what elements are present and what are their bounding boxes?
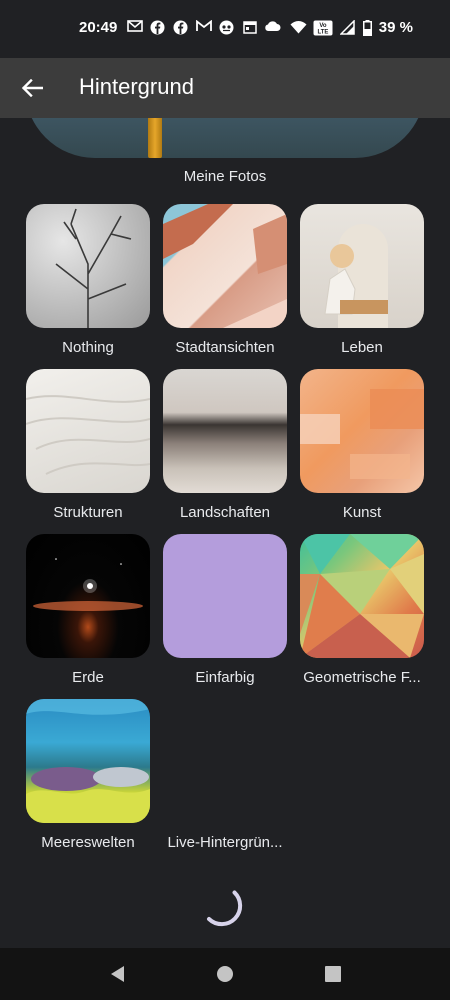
category-strukturen[interactable] — [26, 369, 150, 493]
nav-back-button[interactable] — [106, 962, 130, 986]
category-label: Einfarbig — [195, 669, 255, 686]
page-title: Hintergrund — [79, 74, 194, 99]
volte-icon: Vo LTE — [313, 20, 333, 36]
category-meereswelten[interactable] — [26, 699, 150, 823]
category-label: Meereswelten — [41, 834, 135, 851]
nav-recents-button[interactable] — [321, 962, 345, 986]
architecture-image — [163, 204, 287, 328]
loading-spinner-icon — [207, 890, 243, 927]
signal-icon — [339, 19, 356, 36]
cloud-icon — [264, 20, 281, 36]
abstract-paint-image — [300, 389, 424, 479]
still-life-image — [324, 224, 388, 328]
wallpaper-categories: Meine Fotos Nothing Stadtansichten Leben… — [0, 118, 450, 948]
category-geometrische-formen[interactable] — [300, 534, 424, 658]
polygon-pattern-image — [300, 534, 424, 658]
category-label: Geometrische F... — [303, 669, 421, 686]
triangle-back-icon — [111, 966, 124, 982]
nav-home-button[interactable] — [213, 962, 237, 986]
category-kunst[interactable] — [300, 369, 424, 493]
back-button[interactable] — [10, 66, 54, 110]
circle-home-icon — [217, 966, 233, 982]
category-label: Stadtansichten — [175, 339, 275, 356]
svg-text:Vo: Vo — [319, 23, 327, 29]
category-label: Erde — [72, 669, 104, 686]
system-icons: Vo LTE — [290, 19, 372, 36]
category-nothing[interactable] — [26, 204, 150, 328]
gmail-icon — [195, 19, 212, 36]
earth-horizon-image — [33, 558, 143, 611]
my-photos-thumbnail[interactable] — [25, 118, 425, 158]
branches-image — [55, 208, 132, 328]
category-label: Kunst — [342, 504, 382, 521]
category-leben[interactable] — [300, 204, 424, 328]
my-photos-label: Meine Fotos — [183, 168, 267, 185]
app-bar: Hintergrund — [0, 58, 450, 118]
category-label: Landschaften — [179, 504, 271, 521]
app-icon — [218, 20, 235, 36]
arrow-back-icon — [21, 79, 43, 97]
coral-reef-image — [26, 699, 150, 823]
battery-percentage: 39 % — [378, 19, 413, 36]
svg-text:LTE: LTE — [318, 30, 329, 36]
category-stadtansichten[interactable] — [163, 204, 287, 328]
calendar-icon — [241, 20, 258, 36]
category-label: Leben — [341, 339, 383, 356]
wifi-icon — [290, 20, 307, 36]
navigation-bar — [0, 948, 450, 1000]
mail-icon — [126, 20, 143, 36]
status-time: 20:49 — [79, 19, 118, 36]
photo-detail — [148, 118, 162, 158]
facebook-icon — [149, 20, 166, 36]
feather-image — [26, 395, 150, 475]
status-bar: 20:49 Vo LTE 39 % — [0, 0, 450, 58]
category-landschaften[interactable] — [163, 369, 287, 493]
battery-icon — [362, 20, 372, 36]
category-einfarbig[interactable] — [163, 534, 287, 658]
facebook-icon — [172, 20, 189, 36]
category-label: Live-Hintergrün... — [167, 834, 283, 851]
category-label: Nothing — [62, 339, 114, 356]
notification-icons — [126, 19, 281, 36]
square-recents-icon — [325, 966, 341, 982]
category-label: Strukturen — [53, 504, 123, 521]
category-erde[interactable] — [26, 534, 150, 658]
